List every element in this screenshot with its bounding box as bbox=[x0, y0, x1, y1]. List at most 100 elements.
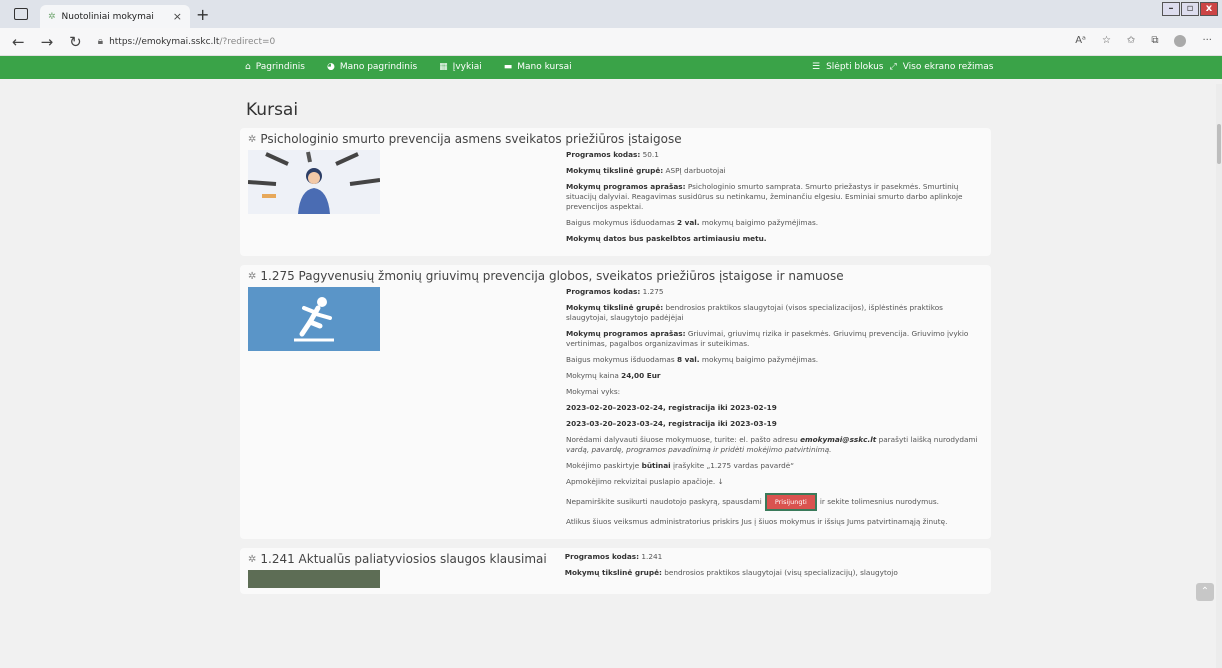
cert-post: mokymų baigimo pažymėjimas. bbox=[701, 355, 819, 364]
date-range: 2023-03-20–2023-03-24, registracija iki … bbox=[566, 419, 777, 428]
participate-mid: parašyti laišką nurodydami bbox=[878, 435, 978, 444]
nav-item-events[interactable]: ▦ Įvykiai bbox=[439, 62, 482, 72]
refresh-icon[interactable]: ↻ bbox=[69, 33, 82, 51]
course-icon: ✲ bbox=[248, 270, 257, 282]
course-image[interactable] bbox=[248, 150, 380, 214]
course-icon: ✲ bbox=[248, 553, 257, 565]
course-image[interactable] bbox=[248, 570, 380, 588]
course-image[interactable] bbox=[248, 287, 380, 351]
url-field[interactable]: https://emokymai.sskc.lt/?redirect=0 bbox=[109, 37, 275, 47]
browser-tab[interactable]: ✲ Nuotoliniai mokymai × bbox=[40, 5, 190, 28]
email-link[interactable]: emokymai@sskc.lt bbox=[800, 435, 876, 444]
restore-icon[interactable]: ▫ bbox=[1181, 2, 1199, 16]
url-main: https://emokymai.sskc.lt bbox=[109, 36, 220, 47]
forward-icon[interactable]: → bbox=[41, 33, 54, 51]
read-aloud-icon[interactable]: A͏ᵃ bbox=[1075, 35, 1086, 47]
program-code: 50.1 bbox=[642, 150, 659, 159]
cert-pre: Baigus mokymus išduodamas bbox=[566, 355, 675, 364]
tab-title: Nuotoliniai mokymai bbox=[61, 11, 154, 22]
profile-avatar[interactable] bbox=[1174, 35, 1187, 47]
chevron-up-icon: ⌃ bbox=[1200, 586, 1210, 597]
course-title[interactable]: ✲ 1.241 Aktualūs paliatyviosios slaugos … bbox=[248, 552, 547, 566]
tab-close-icon[interactable]: × bbox=[173, 10, 182, 23]
payment-pre: Mokėjimo paskirtyje bbox=[566, 461, 640, 470]
fullscreen-button[interactable]: Viso ekrano režimas bbox=[903, 62, 994, 72]
payment-bold: būtinai bbox=[641, 461, 671, 470]
window-close-icon[interactable]: x bbox=[1200, 2, 1218, 16]
nav-item-my-courses[interactable]: ▬ Mano kursai bbox=[504, 62, 572, 72]
briefcase-icon: ▬ bbox=[503, 62, 513, 72]
target-group: ASPĮ darbuotojai bbox=[665, 166, 726, 175]
after-note: Atlikus šiuos veiksmus administratorius … bbox=[566, 517, 948, 526]
code-label: Programos kodas: bbox=[564, 552, 640, 561]
expand-icon: ⤢ bbox=[889, 62, 897, 72]
desc-label: Mokymų programos aprašas: bbox=[566, 329, 686, 338]
dates-note: Mokymų datos bus paskelbtos artimiausiu … bbox=[566, 234, 767, 243]
hide-blocks-button[interactable]: Slėpti blokus bbox=[826, 62, 883, 72]
account-post: ir sekite tolimesnius nurodymus. bbox=[819, 497, 939, 506]
nav-label: Mano kursai bbox=[517, 62, 572, 72]
nav-item-home[interactable]: ⌂ Pagrindinis bbox=[245, 62, 305, 72]
group-label: Mokymų tikslinė grupė: bbox=[566, 166, 664, 175]
course-title-text: Psichologinio smurto prevencija asmens s… bbox=[260, 132, 682, 146]
target-group: bendrosios praktikos slaugytojai (visų s… bbox=[664, 568, 898, 577]
cert-hours: 2 val. bbox=[676, 218, 700, 227]
new-tab-icon[interactable]: + bbox=[196, 5, 209, 24]
code-label: Programos kodas: bbox=[566, 150, 641, 159]
program-code: 1.275 bbox=[642, 287, 664, 296]
dashboard-icon: ◕ bbox=[326, 62, 335, 72]
course-title[interactable]: ✲ Psichologinio smurto prevencija asmens… bbox=[248, 132, 983, 146]
date-range: 2023-02-20–2023-02-24, registracija iki … bbox=[566, 403, 777, 412]
course-card: ✲ 1.275 Pagyvenusių žmonių griuvimų prev… bbox=[240, 265, 991, 539]
scrollbar-thumb[interactable] bbox=[1217, 124, 1221, 164]
window-controls: – ▫ x bbox=[1162, 2, 1218, 16]
scroll-to-top-button[interactable]: ⌃ bbox=[1196, 583, 1214, 601]
favorites-icon[interactable]: ✩ bbox=[1127, 35, 1135, 47]
nav-label: Pagrindinis bbox=[255, 62, 305, 72]
course-title[interactable]: ✲ 1.275 Pagyvenusių žmonių griuvimų prev… bbox=[248, 269, 983, 283]
course-title-text: 1.275 Pagyvenusių žmonių griuvimų preven… bbox=[260, 269, 844, 283]
columns-icon: ☰ bbox=[812, 62, 821, 72]
payment-post: įrašykite „1.275 vardas pavardė“ bbox=[672, 461, 795, 470]
browser-toolbar: A͏ᵃ ☆ ✩ ⧉ ··· bbox=[1075, 35, 1212, 47]
calendar-icon: ▦ bbox=[439, 62, 448, 72]
cert-pre: Baigus mokymus išduodamas bbox=[566, 218, 675, 227]
favicon-icon: ✲ bbox=[48, 11, 56, 22]
minimize-icon[interactable]: – bbox=[1162, 2, 1180, 16]
course-card: ✲ 1.241 Aktualūs paliatyviosios slaugos … bbox=[240, 548, 991, 594]
desc-label: Mokymų programos aprašas: bbox=[566, 182, 686, 191]
course-title-text: 1.241 Aktualūs paliatyviosios slaugos kl… bbox=[260, 552, 547, 566]
course-card: ✲ Psichologinio smurto prevencija asmens… bbox=[240, 128, 991, 256]
home-icon: ⌂ bbox=[245, 62, 251, 72]
site-navbar: ⌂ Pagrindinis ◕ Mano pagrindinis ▦ Įvyki… bbox=[0, 56, 1222, 79]
collections-icon[interactable]: ⧉ bbox=[1151, 35, 1158, 47]
login-button[interactable]: Prisijungti bbox=[764, 493, 817, 511]
page-title: Kursai bbox=[246, 100, 299, 120]
address-bar: ← → ↻ 🔒︎ https://emokymai.sskc.lt/?redir… bbox=[0, 28, 1222, 56]
back-icon[interactable]: ← bbox=[12, 33, 25, 51]
main-content: Kursai ✲ Psichologinio smurto prevencija… bbox=[231, 100, 991, 603]
nav-label: Įvykiai bbox=[452, 62, 482, 72]
price-value: 24,00 Eur bbox=[621, 371, 661, 380]
code-label: Programos kodas: bbox=[566, 287, 641, 296]
group-label: Mokymų tikslinė grupė: bbox=[566, 303, 664, 312]
program-code: 1.241 bbox=[641, 552, 663, 561]
nav-item-dashboard[interactable]: ◕ Mano pagrindinis bbox=[327, 62, 417, 72]
more-menu-icon[interactable]: ··· bbox=[1202, 35, 1212, 47]
cert-hours: 8 val. bbox=[676, 355, 700, 364]
held-label: Mokymai vyks: bbox=[566, 387, 621, 396]
cert-post: mokymų baigimo pažymėjimas. bbox=[701, 218, 819, 227]
price-label: Mokymų kaina bbox=[566, 371, 619, 380]
participate-italic: vardą, pavardę, programos pavadinimą ir … bbox=[566, 445, 832, 454]
course-icon: ✲ bbox=[248, 133, 257, 145]
favorite-add-icon[interactable]: ☆ bbox=[1102, 35, 1111, 47]
falling-person-icon bbox=[294, 297, 334, 342]
lock-icon[interactable]: 🔒︎ bbox=[98, 36, 103, 47]
url-path: /?redirect=0 bbox=[219, 36, 276, 47]
account-pre: Nepamirškite susikurti naudotojo paskyrą… bbox=[566, 497, 762, 506]
tab-actions-icon[interactable] bbox=[14, 8, 28, 20]
browser-tabbar: ✲ Nuotoliniai mokymai × + – ▫ x bbox=[0, 0, 1222, 28]
nav-label: Mano pagrindinis bbox=[339, 62, 418, 72]
page-scrollbar[interactable] bbox=[1216, 84, 1222, 668]
requisites-note: Apmokėjimo rekvizitai puslapio apačioje.… bbox=[566, 477, 724, 486]
